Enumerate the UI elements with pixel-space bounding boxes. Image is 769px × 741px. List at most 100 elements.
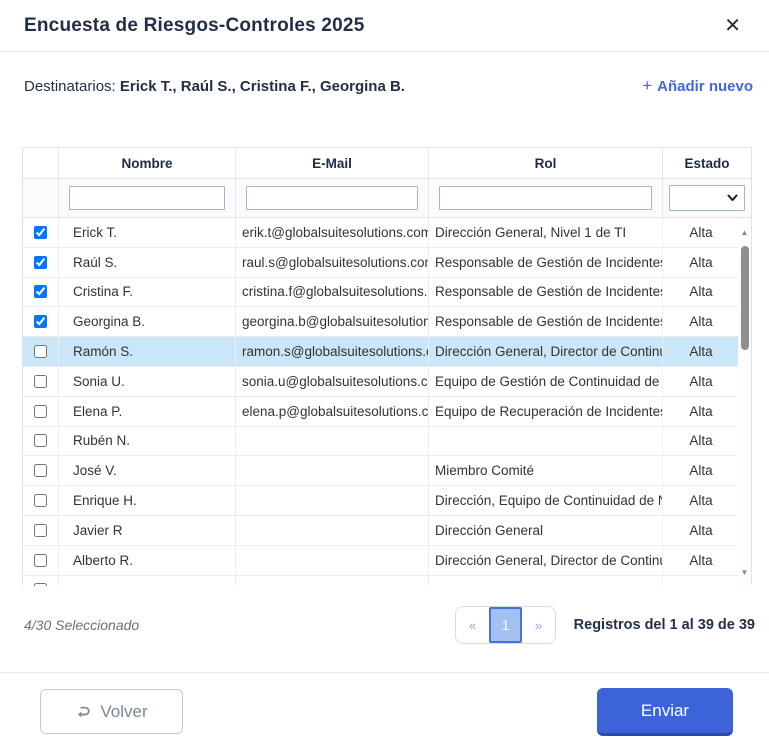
column-header-estado: Estado — [663, 148, 751, 178]
cell-nombre: Raúl S. — [59, 248, 236, 277]
row-checkbox-cell — [23, 456, 59, 485]
nombre-filter-input[interactable] — [69, 186, 225, 210]
row-checkbox[interactable] — [34, 583, 47, 586]
cell-nombre: Cristina F. — [59, 278, 236, 307]
row-checkbox-cell — [23, 427, 59, 456]
row-checkbox[interactable] — [34, 405, 47, 418]
rol-filter-input[interactable] — [439, 186, 652, 210]
cell-email: erik.t@globalsuitesolutions.com — [236, 218, 429, 247]
table-row[interactable] — [23, 576, 751, 586]
row-checkbox-cell — [23, 218, 59, 247]
row-checkbox-cell — [23, 516, 59, 545]
cell-nombre: José V. — [59, 456, 236, 485]
cell-email — [236, 516, 429, 545]
row-checkbox[interactable] — [34, 315, 47, 328]
cell-rol: Dirección General, Director de Continuid… — [429, 337, 663, 366]
column-header-nombre: Nombre — [59, 148, 236, 178]
cell-nombre: Erick T. — [59, 218, 236, 247]
add-new-label: Añadir nuevo — [657, 78, 753, 95]
cell-nombre: Alberto R. — [59, 546, 236, 575]
row-checkbox-cell — [23, 367, 59, 396]
row-checkbox-cell — [23, 337, 59, 366]
send-button[interactable]: Enviar — [597, 688, 733, 736]
close-icon[interactable]: ✕ — [720, 14, 745, 38]
cell-rol: Miembro Comité — [429, 456, 663, 485]
cell-rol — [429, 427, 663, 456]
table-row[interactable]: Ramón S.ramon.s@globalsuitesolutions.com… — [23, 337, 751, 367]
scroll-down-icon[interactable]: ▼ — [738, 568, 751, 578]
row-checkbox[interactable] — [34, 554, 47, 567]
table-row[interactable]: José V.Miembro ComitéAlta — [23, 456, 751, 486]
table-row[interactable]: Georgina B.georgina.b@globalsuitesolutio… — [23, 307, 751, 337]
row-checkbox[interactable] — [34, 434, 47, 447]
table-row[interactable]: Sonia U.sonia.u@globalsuitesolutions.com… — [23, 367, 751, 397]
scrollbar-thumb[interactable] — [741, 246, 749, 350]
cell-rol: Equipo de Recuperación de Incidentes — [429, 397, 663, 426]
chevron-down-icon — [727, 194, 738, 202]
cell-email: raul.s@globalsuitesolutions.com — [236, 248, 429, 277]
pagination: « 1 » — [455, 606, 556, 644]
cell-email — [236, 456, 429, 485]
back-button-label: Volver — [100, 702, 147, 722]
row-checkbox-cell — [23, 307, 59, 336]
recipients-names: Erick T., Raúl S., Cristina F., Georgina… — [120, 78, 405, 95]
table-row[interactable]: Alberto R. Dirección General, Director de… — [23, 546, 751, 576]
row-checkbox[interactable] — [34, 375, 47, 388]
cell-rol: Dirección General, Director de Continuid… — [429, 546, 663, 575]
cell-email — [236, 427, 429, 456]
cell-email: georgina.b@globalsuitesolutions.com — [236, 307, 429, 336]
row-checkbox[interactable] — [34, 345, 47, 358]
cell-email — [236, 576, 429, 586]
row-checkbox[interactable] — [34, 226, 47, 239]
table-row[interactable]: Elena P.elena.p@globalsuitesolutions.com… — [23, 397, 751, 427]
table-row[interactable]: Raúl S.raul.s@globalsuitesolutions.comRe… — [23, 248, 751, 278]
table-row[interactable]: Erick T.erik.t@globalsuitesolutions.comD… — [23, 218, 751, 248]
cell-rol: Responsable de Gestión de Incidentes — [429, 248, 663, 277]
cell-nombre — [59, 576, 236, 586]
email-filter-input[interactable] — [246, 186, 418, 210]
row-checkbox[interactable] — [34, 464, 47, 477]
row-checkbox-cell — [23, 546, 59, 575]
row-checkbox-cell — [23, 278, 59, 307]
row-checkbox[interactable] — [34, 494, 47, 507]
vertical-scrollbar[interactable]: ▲ ▼ — [738, 218, 751, 586]
plus-icon: + — [642, 76, 652, 96]
cell-rol: Equipo de Gestión de Continuidad de Nego… — [429, 367, 663, 396]
cell-nombre: Rubén N. — [59, 427, 236, 456]
dialog-header: Encuesta de Riesgos-Controles 2025 ✕ — [0, 0, 769, 52]
row-checkbox[interactable] — [34, 285, 47, 298]
add-new-button[interactable]: + Añadir nuevo — [642, 76, 753, 96]
pagination-next-button[interactable]: » — [522, 607, 555, 643]
survey-recipients-dialog: Encuesta de Riesgos-Controles 2025 ✕ Des… — [0, 0, 769, 741]
cell-nombre: Sonia U. — [59, 367, 236, 396]
row-checkbox-cell — [23, 486, 59, 515]
pagination-page-1[interactable]: 1 — [489, 607, 522, 643]
records-info: Registros del 1 al 39 de 39 — [574, 617, 755, 633]
cell-rol: Dirección General — [429, 516, 663, 545]
cell-nombre: Ramón S. — [59, 337, 236, 366]
recipients-summary: Destinatarios: Erick T., Raúl S., Cristi… — [24, 78, 405, 95]
scroll-up-icon[interactable]: ▲ — [738, 228, 751, 238]
column-header-rol: Rol — [429, 148, 663, 178]
table-row[interactable]: Javier RDirección GeneralAlta — [23, 516, 751, 546]
cell-email: cristina.f@globalsuitesolutions.com — [236, 278, 429, 307]
row-checkbox-cell — [23, 248, 59, 277]
table-row[interactable]: Cristina F.cristina.f@globalsuitesolutio… — [23, 278, 751, 308]
pagination-prev-button[interactable]: « — [456, 607, 489, 643]
table-row[interactable]: Rubén N.Alta — [23, 427, 751, 457]
row-checkbox[interactable] — [34, 524, 47, 537]
cell-nombre: Javier R — [59, 516, 236, 545]
cell-rol: Dirección, Equipo de Continuidad de Nego… — [429, 486, 663, 515]
cell-email: sonia.u@globalsuitesolutions.com — [236, 367, 429, 396]
row-checkbox[interactable] — [34, 256, 47, 269]
back-button[interactable]: Volver — [40, 689, 183, 734]
table-filter-row — [23, 179, 751, 218]
cell-nombre: Elena P. — [59, 397, 236, 426]
cell-email: ramon.s@globalsuitesolutions.com — [236, 337, 429, 366]
cell-nombre: Georgina B. — [59, 307, 236, 336]
estado-filter-select[interactable] — [669, 185, 745, 211]
cell-email — [236, 546, 429, 575]
dialog-title: Encuesta de Riesgos-Controles 2025 — [24, 15, 364, 37]
cell-rol: Dirección General, Nivel 1 de TI — [429, 218, 663, 247]
table-row[interactable]: Enrique H.Dirección, Equipo de Continuid… — [23, 486, 751, 516]
